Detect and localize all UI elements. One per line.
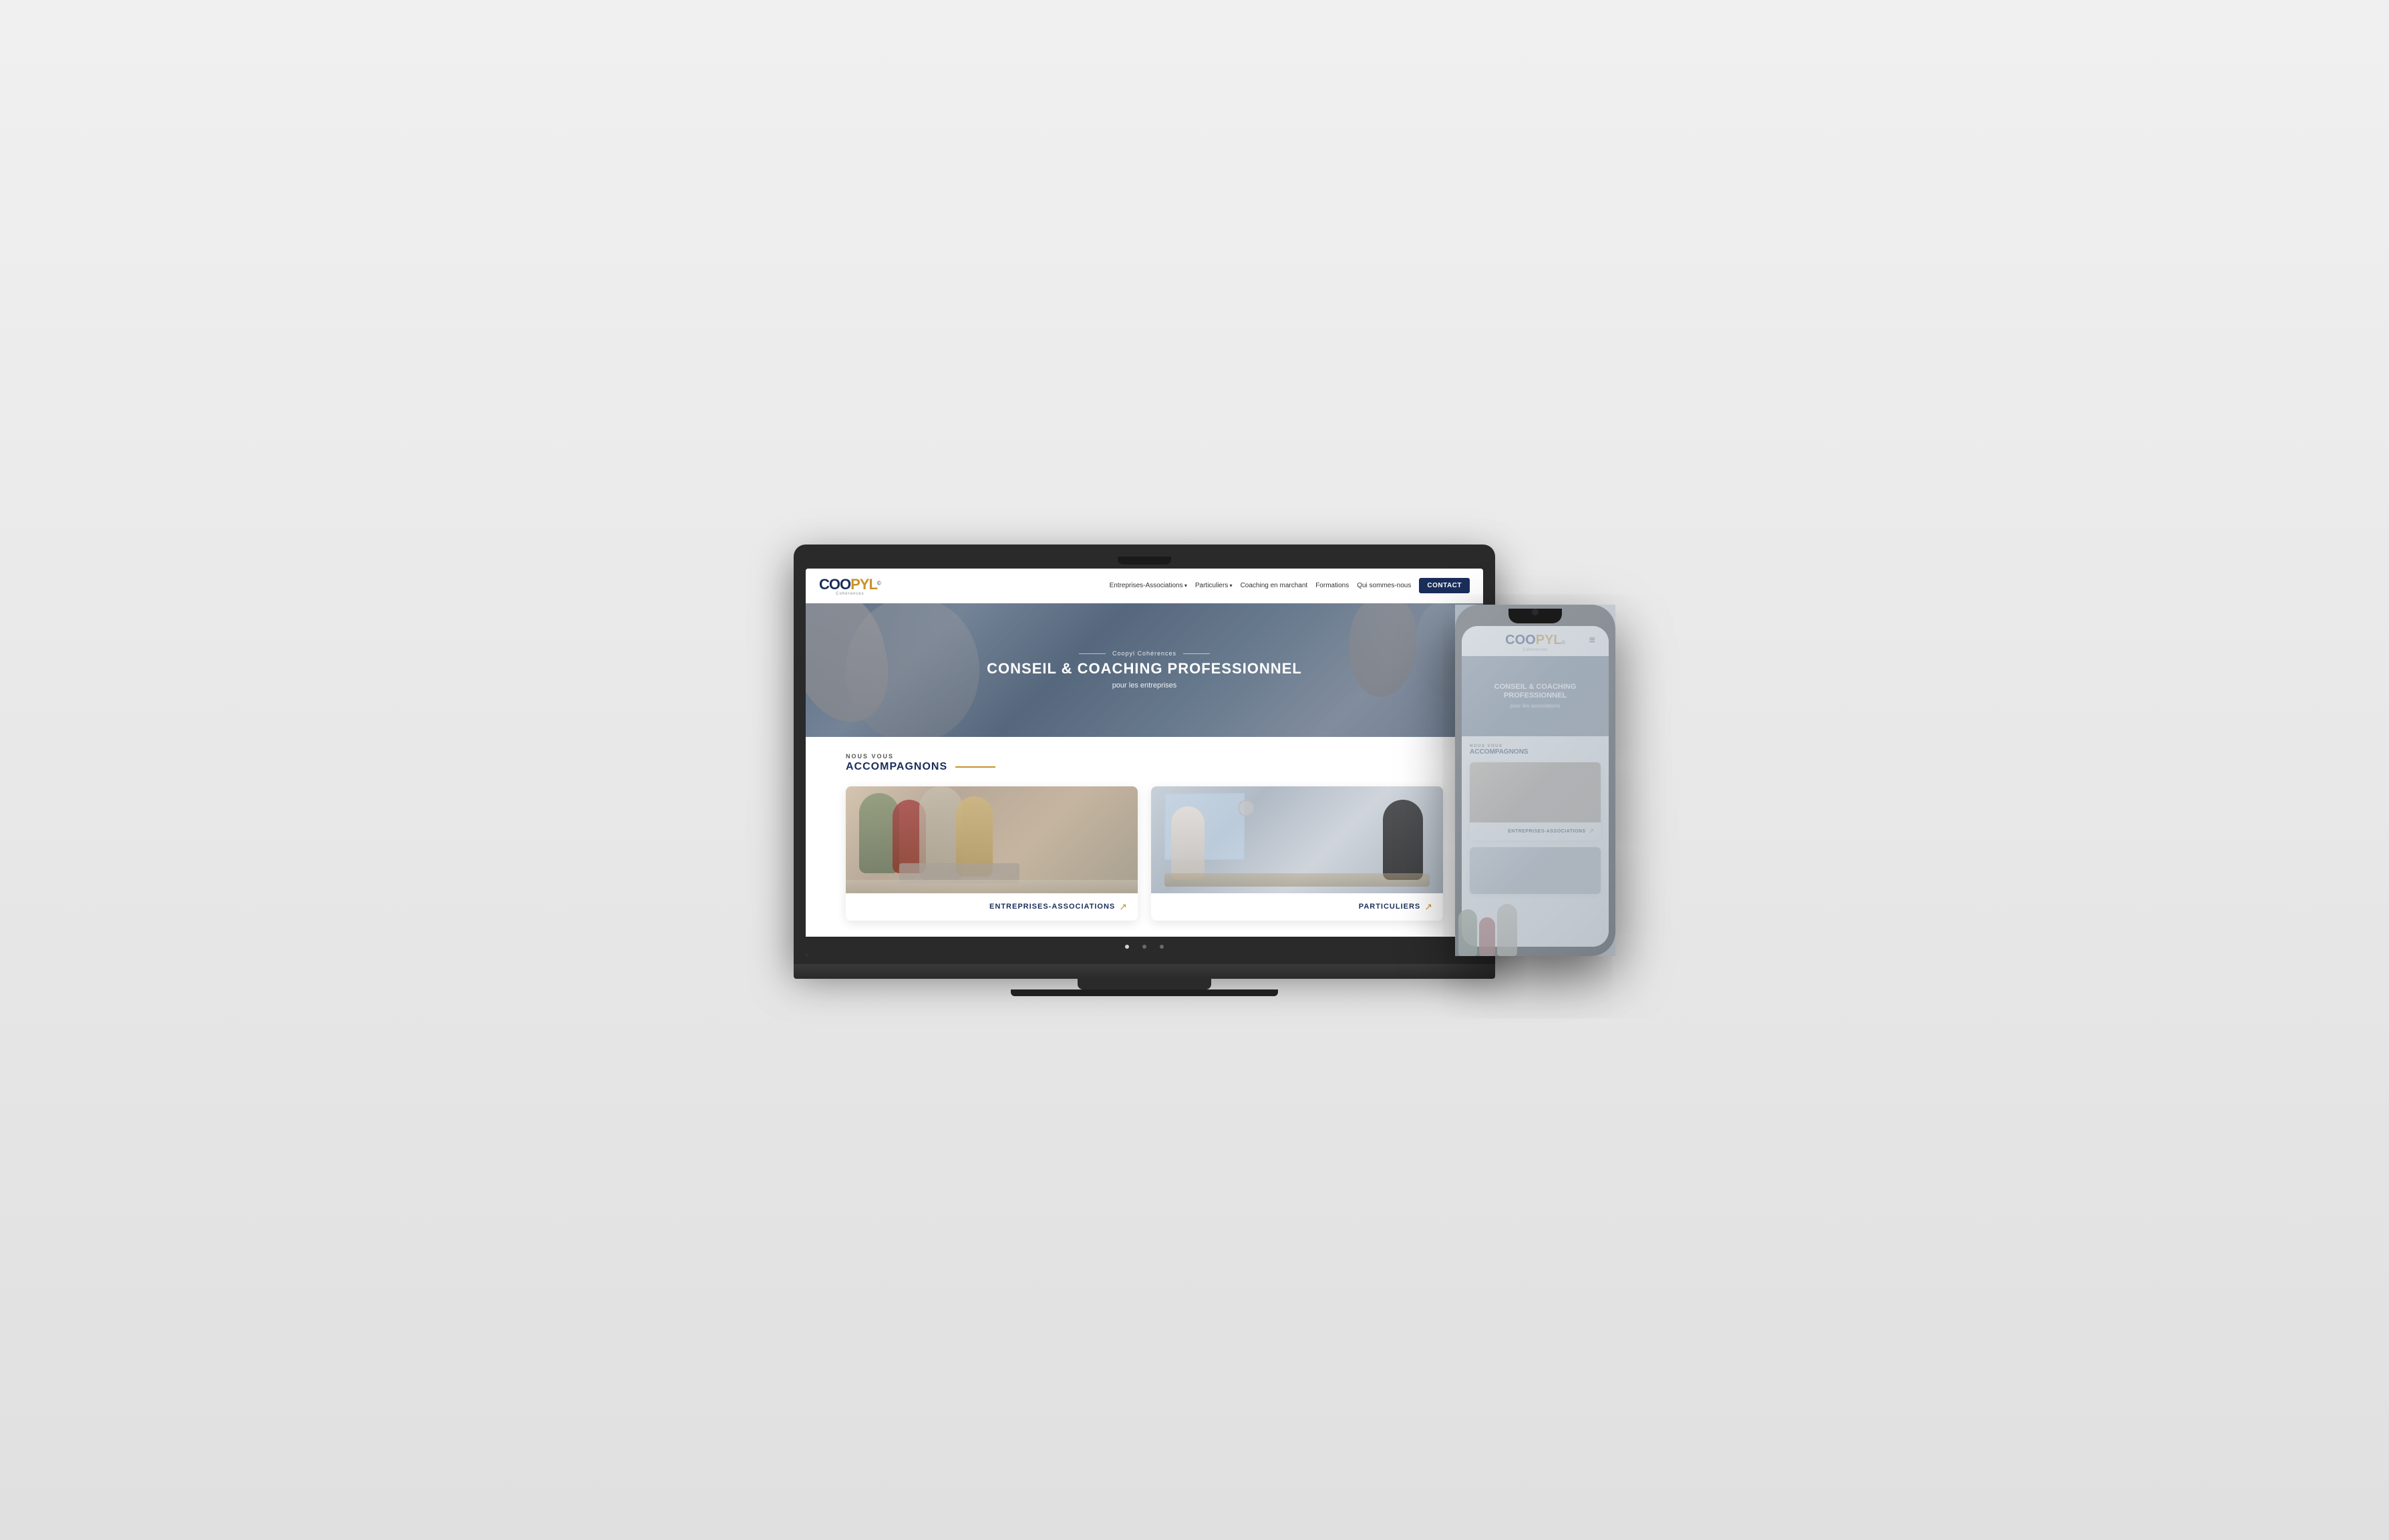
nav-link-particuliers[interactable]: Particuliers [1195,582,1233,589]
nav-link-entreprises[interactable]: Entreprises-Associations [1110,582,1187,589]
phone-content: NOUS VOUS ACCOMPAGNONS [1462,736,1609,947]
laptop-stand [1078,979,1211,989]
phone: COOPYL© Cohérences ≡ CONSEIL & COACHING … [1455,605,1615,956]
hero-title: CONSEIL & COACHING PROFESSIONNEL [987,661,1302,677]
laptop: COOPYL© Cohérences Entreprises-Associati… [794,545,1495,996]
phone-card-particuliers-img [1470,847,1601,894]
laptop-body: COOPYL© Cohérences Entreprises-Associati… [794,545,1495,964]
card-particuliers-arrow: ↗ [1424,901,1432,913]
laptop-foot [1011,989,1278,996]
logo-pyl: PYL [850,576,877,593]
card-entreprises-image [846,786,1138,893]
card-particuliers[interactable]: PARTICULIERS ↗ [1151,786,1443,921]
section-title: ACCOMPAGNONS [846,761,947,773]
hero-section: Coopyl Cohérences CONSEIL & COACHING PRO… [806,603,1483,737]
nav-links: Entreprises-Associations Particuliers Co… [1110,578,1470,593]
pc-img-2-bg [1470,847,1601,894]
card-entreprises[interactable]: ENTREPRISES-ASSOCIATIONS ↗ [846,786,1138,921]
section-title-line: ACCOMPAGNONS [846,761,1443,773]
laptop-website: COOPYL© Cohérences Entreprises-Associati… [806,569,1483,956]
person-seated-2 [1383,800,1423,880]
phone-notch-camera [1532,609,1539,615]
dot-nav-2[interactable] [1142,945,1146,949]
phone-website: COOPYL© Cohérences ≡ CONSEIL & COACHING … [1462,626,1609,947]
logo-sup: © [877,580,881,586]
laptop-notch [1118,557,1171,565]
phone-card-particuliers[interactable] [1470,847,1601,894]
section-title-accent [955,766,995,768]
clock [1238,800,1255,816]
people-scene-entreprises [846,786,1138,893]
card-particuliers-image [1151,786,1443,893]
section-label: NOUS VOUS [846,753,1443,760]
scene: COOPYL© Cohérences Entreprises-Associati… [794,545,1595,996]
nav-link-quisommesnous[interactable]: Qui sommes-nous [1357,582,1411,589]
laptop-screen: COOPYL© Cohérences Entreprises-Associati… [806,569,1483,956]
phone-screen: COOPYL© Cohérences ≡ CONSEIL & COACHING … [1462,626,1609,947]
person-seated-1 [1171,806,1205,880]
hero-subtitle: Coopyl Cohérences [1079,650,1210,657]
card-entreprises-label: ENTREPRISES-ASSOCIATIONS [989,903,1115,911]
bottom-strip [806,937,1483,956]
navbar: COOPYL© Cohérences Entreprises-Associati… [806,569,1483,603]
nav-link-formations[interactable]: Formations [1315,582,1349,589]
card-entreprises-arrow: ↗ [1119,901,1127,913]
dot-nav-1[interactable] [1125,945,1129,949]
floor [1164,873,1430,887]
nav-contact-button[interactable]: CONTACT [1419,578,1470,593]
main-content: NOUS VOUS ACCOMPAGNONS [806,737,1483,937]
card-entreprises-footer: ENTREPRISES-ASSOCIATIONS ↗ [846,893,1138,921]
hero-overlay: Coopyl Cohérences CONSEIL & COACHING PRO… [806,603,1483,737]
phone-outer: COOPYL© Cohérences ≡ CONSEIL & COACHING … [1455,605,1615,956]
hero-description: pour les entreprises [1112,681,1177,689]
table [846,880,1138,893]
card-particuliers-label: PARTICULIERS [1359,903,1420,911]
nav-logo: COOPYL© Cohérences [819,576,881,596]
laptop-base [794,964,1495,979]
people-scene-particuliers [1151,786,1443,893]
cards-row: ENTREPRISES-ASSOCIATIONS ↗ [846,786,1443,921]
nav-link-coaching[interactable]: Coaching en marchant [1241,582,1308,589]
dot-nav-3[interactable] [1160,945,1164,949]
phone-notch [1508,609,1562,623]
card-particuliers-footer: PARTICULIERS ↗ [1151,893,1443,921]
logo-coo: COO [819,576,850,593]
